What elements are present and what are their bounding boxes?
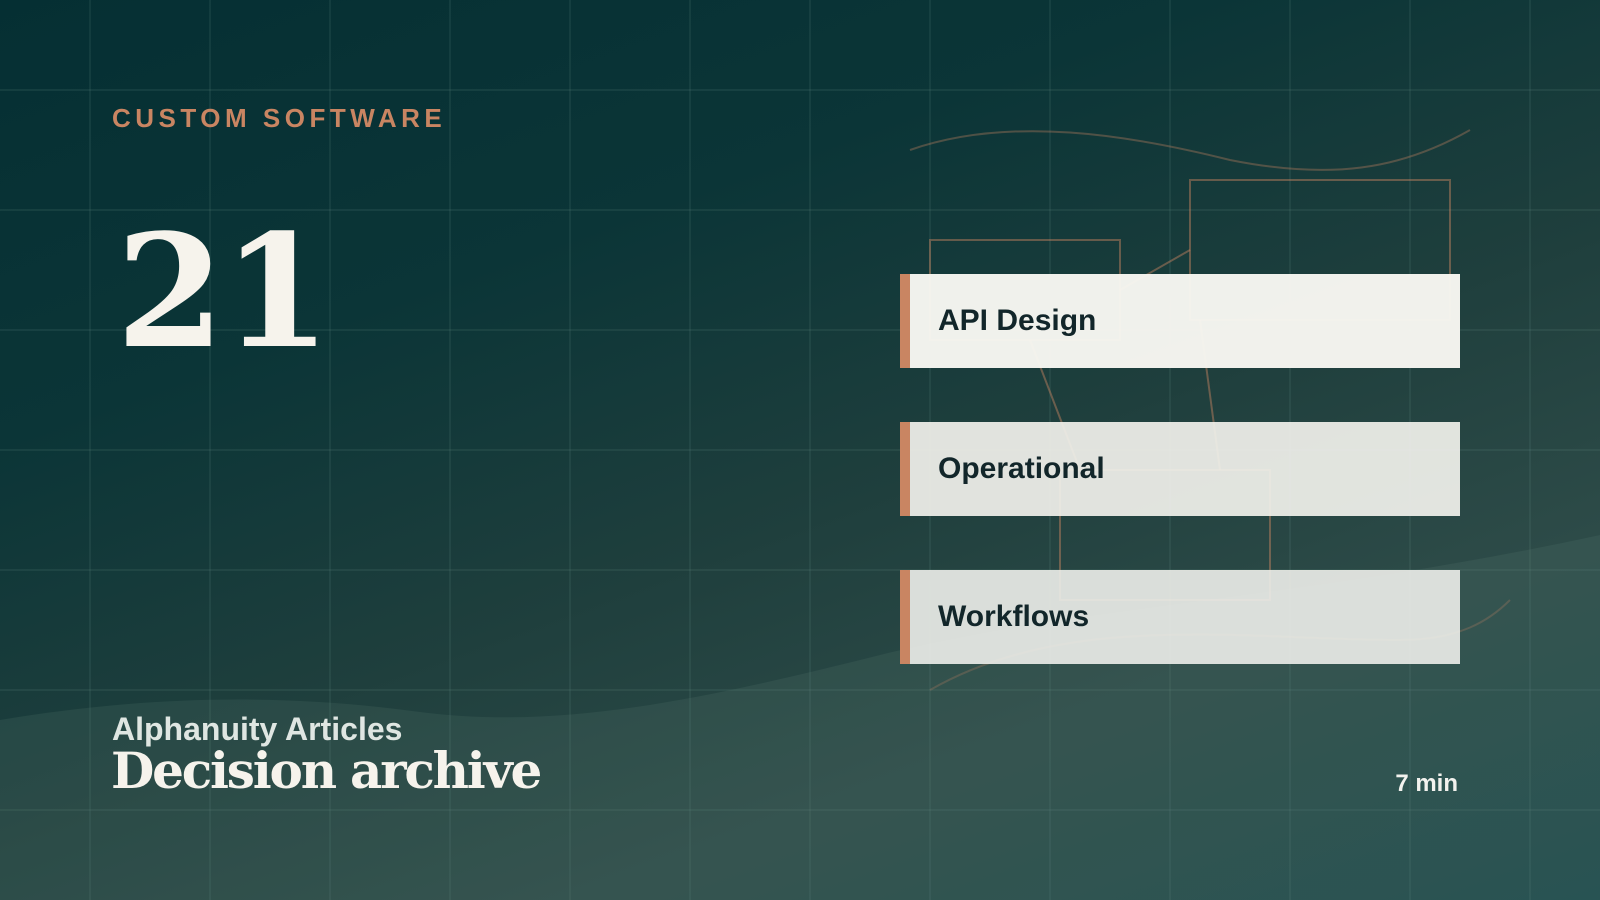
topic-label: API Design xyxy=(938,304,1097,337)
topic-card-workflows: Workflows xyxy=(900,570,1460,664)
topic-card-api-design: API Design xyxy=(900,274,1460,368)
category-eyebrow: CUSTOM SOFTWARE xyxy=(112,103,447,133)
topic-label: Workflows xyxy=(938,600,1090,633)
background-curve-top xyxy=(909,129,1471,171)
read-time: 7 min xyxy=(1395,770,1458,797)
topic-label: Operational xyxy=(938,452,1105,485)
topic-card-operational: Operational xyxy=(900,422,1460,516)
series-title: Decision archive xyxy=(111,741,542,800)
issue-number: 21 xyxy=(116,200,331,383)
background-diagram xyxy=(929,179,1451,601)
